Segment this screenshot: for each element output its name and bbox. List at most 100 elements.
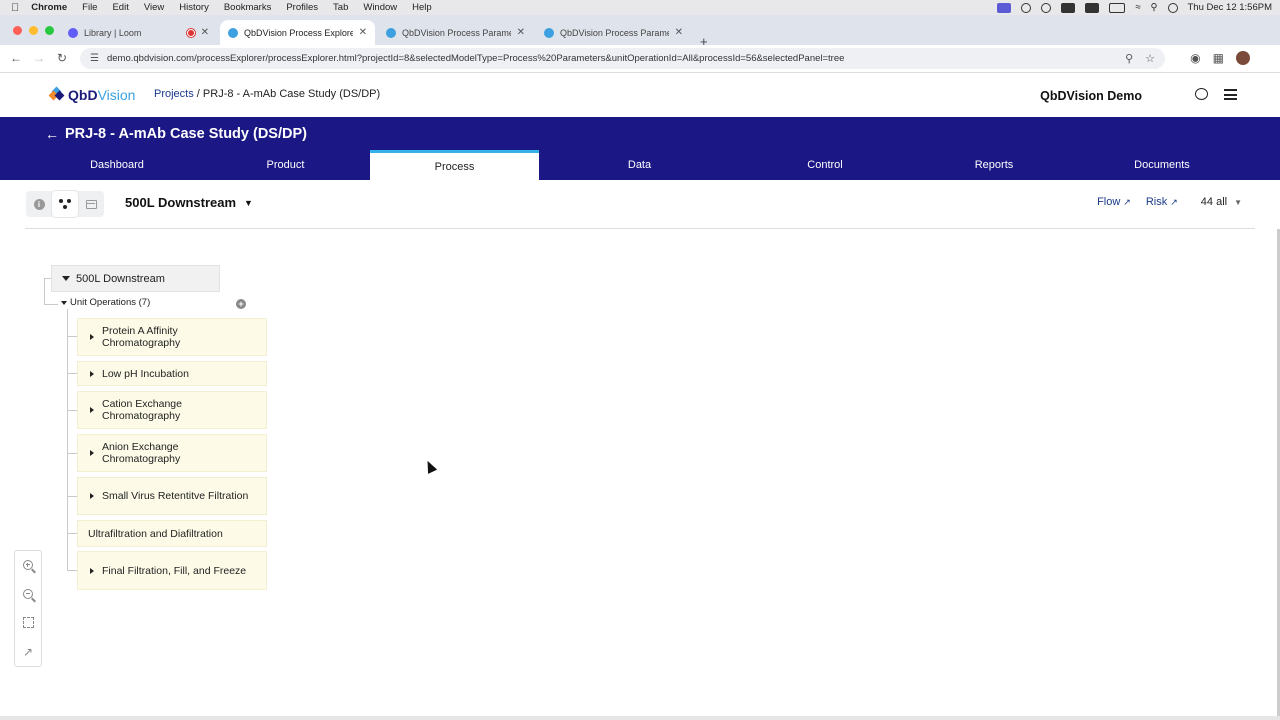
browser-toolbar: ← → ↻ ☰ demo.qbdvision.com/processExplor… bbox=[0, 45, 1280, 73]
info-view-button[interactable]: i bbox=[26, 191, 52, 217]
account-name[interactable]: QbDVision Demo bbox=[1040, 89, 1142, 103]
back-icon[interactable]: ← bbox=[10, 51, 22, 65]
filter-dropdown[interactable]: 44 all ▼ bbox=[1201, 196, 1242, 208]
tree-connector bbox=[67, 336, 77, 337]
tree-node-unit-operation[interactable]: Anion Exchange Chromatography bbox=[77, 434, 267, 472]
caret-right-icon[interactable] bbox=[90, 407, 94, 413]
tab-data[interactable]: Data bbox=[539, 150, 740, 180]
close-tab-icon[interactable]: ✕ bbox=[517, 27, 525, 38]
breadcrumb: Projects / PRJ-8 - A-mAb Case Study (DS/… bbox=[154, 88, 380, 100]
browser-tab-process-explorer[interactable]: QbDVision Process Explorer ✕ bbox=[220, 20, 375, 45]
apple-icon[interactable]:  bbox=[11, 2, 19, 14]
tab-reports[interactable]: Reports bbox=[910, 150, 1078, 180]
info-icon: i bbox=[33, 198, 45, 210]
caret-right-icon[interactable] bbox=[90, 334, 94, 340]
project-title-text: PRJ-8 - A-mAb Case Study (DS/DP) bbox=[65, 126, 307, 142]
spotlight-icon[interactable]: ⚲ bbox=[1151, 2, 1158, 13]
extension-icon[interactable]: ◉ bbox=[1190, 51, 1200, 65]
tree-node-unit-operation[interactable]: Final Filtration, Fill, and Freeze bbox=[77, 551, 267, 590]
caret-down-icon[interactable] bbox=[62, 276, 70, 281]
menu-window[interactable]: Window bbox=[363, 2, 397, 13]
clock[interactable]: Thu Dec 12 1:56PM bbox=[1188, 2, 1273, 13]
external-link-icon: ↗ bbox=[1123, 196, 1131, 207]
hamburger-menu-icon[interactable] bbox=[1224, 89, 1237, 100]
fit-to-screen-button[interactable] bbox=[18, 613, 38, 633]
tree-node-unit-operation[interactable]: Low pH Incubation bbox=[77, 361, 267, 386]
input-source-icon[interactable] bbox=[1085, 2, 1100, 13]
control-center-icon[interactable] bbox=[1167, 2, 1178, 13]
close-tab-icon[interactable]: ✕ bbox=[675, 27, 683, 38]
tree-connector bbox=[67, 496, 77, 497]
external-link-icon: ↗ bbox=[1170, 196, 1178, 207]
caret-right-icon[interactable] bbox=[90, 370, 94, 377]
zoom-out-button[interactable] bbox=[18, 584, 38, 604]
fit-screen-icon bbox=[22, 617, 34, 629]
caret-right-icon[interactable] bbox=[90, 567, 94, 574]
screen-share-icon[interactable] bbox=[997, 2, 1012, 13]
expand-icon: ↗ bbox=[22, 644, 34, 659]
tab-process[interactable]: Process bbox=[370, 150, 539, 180]
tree-connector bbox=[67, 410, 77, 411]
browser-tab-process-parameter-1[interactable]: QbDVision Process Parameter ✕ bbox=[378, 20, 533, 45]
tree-connector bbox=[67, 453, 77, 454]
browser-tab-process-parameter-2[interactable]: QbDVision Process Parameter ✕ bbox=[536, 20, 691, 45]
caret-down-icon[interactable] bbox=[61, 300, 67, 305]
tab-dashboard[interactable]: Dashboard bbox=[33, 150, 201, 180]
menu-history[interactable]: History bbox=[179, 2, 209, 13]
profile-avatar[interactable] bbox=[1236, 51, 1250, 65]
menu-view[interactable]: View bbox=[144, 2, 164, 13]
app-header: QbD Vision Projects / PRJ-8 - A-mAb Case … bbox=[0, 73, 1280, 117]
time-machine-icon[interactable] bbox=[1041, 2, 1052, 13]
tree-node-unit-operation[interactable]: Small Virus Retentitve Filtration bbox=[77, 477, 267, 515]
address-bar[interactable]: ☰ demo.qbdvision.com/processExplorer/pro… bbox=[80, 48, 1165, 69]
menu-profiles[interactable]: Profiles bbox=[286, 2, 318, 13]
zoom-in-button[interactable] bbox=[18, 555, 38, 575]
browser-tab-loom[interactable]: Library | Loom ✕ bbox=[60, 20, 217, 45]
add-unit-operation-button[interactable]: + bbox=[236, 299, 246, 309]
menu-file[interactable]: File bbox=[82, 2, 97, 13]
menu-edit[interactable]: Edit bbox=[112, 2, 128, 13]
tree-node-unit-operation[interactable]: Cation Exchange Chromatography bbox=[77, 391, 267, 429]
tab-documents[interactable]: Documents bbox=[1078, 150, 1246, 180]
tree-node-unit-operation[interactable]: Protein A Affinity Chromatography bbox=[77, 318, 267, 356]
breadcrumb-projects-link[interactable]: Projects bbox=[154, 88, 194, 100]
view-switcher: i bbox=[26, 191, 104, 217]
process-selector[interactable]: 500L Downstream ▼ bbox=[125, 195, 253, 210]
back-arrow-icon[interactable]: ← bbox=[45, 126, 59, 142]
bookmark-star-icon[interactable]: ☆ bbox=[1145, 52, 1155, 65]
menu-tab[interactable]: Tab bbox=[333, 2, 348, 13]
tab-product[interactable]: Product bbox=[201, 150, 370, 180]
extensions-puzzle-icon[interactable]: ▦ bbox=[1213, 51, 1224, 65]
close-tab-icon[interactable]: ✕ bbox=[359, 27, 367, 38]
zoom-indicator-icon[interactable]: ⚲ bbox=[1125, 52, 1133, 65]
wifi-icon[interactable]: ≈ bbox=[1135, 2, 1140, 13]
qbdvision-logo[interactable]: QbD Vision bbox=[48, 86, 135, 103]
menu-help[interactable]: Help bbox=[412, 2, 432, 13]
focus-icon[interactable] bbox=[1021, 2, 1032, 13]
risk-link[interactable]: Risk ↗ bbox=[1146, 196, 1178, 208]
fullscreen-button[interactable]: ↗ bbox=[18, 642, 38, 662]
flow-link[interactable]: Flow ↗ bbox=[1097, 196, 1131, 208]
tree-node-unit-operation[interactable]: Ultrafiltration and Diafiltration bbox=[77, 520, 267, 547]
zoom-window-button[interactable] bbox=[45, 26, 54, 35]
minimize-window-button[interactable] bbox=[29, 26, 38, 35]
close-tab-icon[interactable]: ✕ bbox=[201, 27, 209, 38]
tree-root-node[interactable]: 500L Downstream bbox=[51, 265, 220, 292]
keyboard-icon[interactable] bbox=[1061, 2, 1076, 13]
forward-icon[interactable]: → bbox=[33, 51, 45, 65]
tree-group-unit-operations[interactable]: Unit Operations (7) bbox=[58, 297, 150, 308]
menu-chrome[interactable]: Chrome bbox=[31, 2, 67, 13]
caret-right-icon[interactable] bbox=[90, 493, 94, 499]
chat-icon[interactable] bbox=[1195, 88, 1208, 100]
battery-icon[interactable] bbox=[1109, 2, 1126, 13]
site-info-icon[interactable]: ☰ bbox=[90, 53, 99, 64]
menu-bookmarks[interactable]: Bookmarks bbox=[224, 2, 272, 13]
caret-right-icon[interactable] bbox=[90, 450, 94, 456]
table-view-button[interactable] bbox=[78, 191, 104, 217]
explorer-actions: Flow ↗ Risk ↗ 44 all ▼ bbox=[1097, 196, 1242, 208]
tree-view-button[interactable] bbox=[52, 191, 78, 217]
reload-icon[interactable]: ↻ bbox=[57, 51, 67, 65]
close-window-button[interactable] bbox=[13, 26, 22, 35]
tab-control[interactable]: Control bbox=[740, 150, 910, 180]
tree-group-label: Unit Operations (7) bbox=[70, 297, 151, 308]
